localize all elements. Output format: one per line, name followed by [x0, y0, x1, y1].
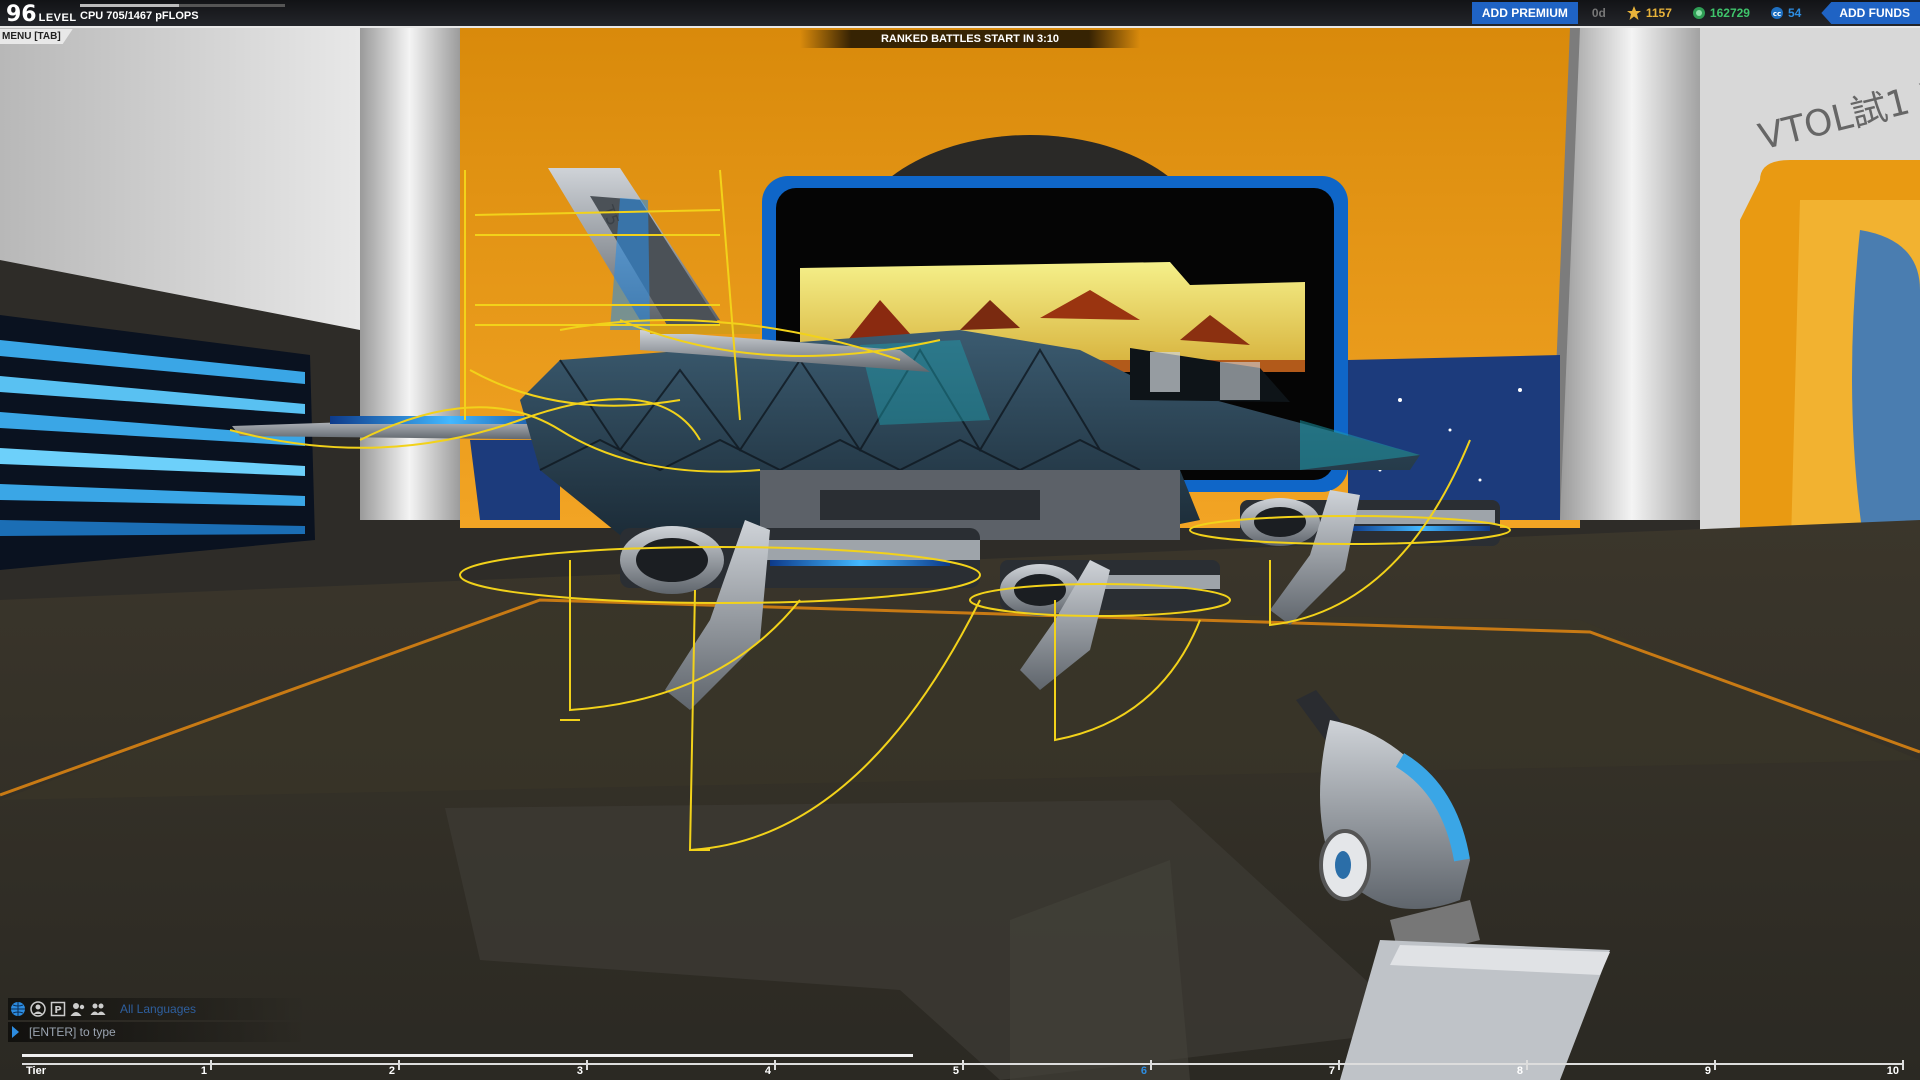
player-level-number: 96 [6, 2, 37, 27]
add-premium-button[interactable]: ADD PREMIUM [1471, 2, 1578, 24]
tier-tick [1714, 1060, 1716, 1070]
currency-strip: ADD PREMIUM 0d 1157 162729 cc 54 ADD FUN… [1471, 0, 1920, 26]
tier-label: 6 [1140, 1065, 1147, 1077]
group-icon[interactable] [30, 1001, 46, 1017]
cpu-bar [80, 4, 285, 7]
cosmetic-credits-icon: cc [1770, 6, 1784, 20]
premium-days: 0d [1591, 6, 1606, 20]
tier-tick [210, 1060, 212, 1070]
robits-value: 162729 [1709, 6, 1750, 20]
cosmetic-credits-value: 54 [1787, 6, 1802, 20]
robits: 162729 [1692, 6, 1750, 20]
tier-progress-bar [22, 1054, 914, 1057]
tier-label: 5 [952, 1065, 959, 1077]
cpu-meter: CPU 705/1467 pFLOPS [80, 4, 285, 22]
tier-tick [962, 1060, 964, 1070]
menu-tab-button[interactable]: MENU [TAB] [0, 29, 73, 44]
tier-tick [586, 1060, 588, 1070]
chat-channel-icons: P All Languages [8, 998, 308, 1020]
player-level-label: LEVEL [38, 12, 77, 24]
tier-label: 4 [764, 1065, 771, 1077]
ranked-battles-banner: RANKED BATTLES START IN 3:10 [800, 30, 1140, 48]
svg-text:P: P [54, 1005, 61, 1016]
tier-tick [1526, 1060, 1528, 1070]
star-icon [1626, 5, 1642, 21]
tier-label: 8 [1516, 1065, 1523, 1077]
add-funds-button[interactable]: ADD FUNDS [1821, 2, 1920, 24]
cpu-text: CPU 705/1467 pFLOPS [80, 10, 199, 22]
tier-label: 1 [200, 1065, 207, 1077]
robits-icon [1692, 6, 1706, 20]
tier-label: 7 [1328, 1065, 1335, 1077]
chat-input-row [8, 1022, 308, 1042]
tier-label: 2 [388, 1065, 395, 1077]
clan-icon[interactable] [90, 1001, 106, 1017]
starfield-panel [1348, 355, 1560, 520]
tier-label: 3 [576, 1065, 583, 1077]
tier-ruler: Tier 1 2 3 4 5 6 7 8 9 10 [22, 1050, 1904, 1080]
svg-text:cc: cc [1773, 10, 1781, 18]
friend-icon[interactable] [70, 1001, 86, 1017]
garage-scene-viewport[interactable]: BA VTOL試1 XB T5 [0, 0, 1920, 1080]
tier-label-title: Tier [26, 1065, 46, 1077]
chat-language-filter[interactable]: All Languages [120, 1002, 196, 1016]
right-pillar [1560, 28, 1720, 520]
cosmetic-credits: cc 54 [1770, 6, 1801, 20]
globe-icon[interactable] [10, 1001, 26, 1017]
tech-points-value: 1157 [1645, 6, 1672, 20]
tech-points: 1157 [1626, 5, 1672, 21]
tier-tick [398, 1060, 400, 1070]
chat-panel: P All Languages [8, 998, 308, 1042]
top-hud-bar: 96 LEVEL CPU 705/1467 pFLOPS ADD PREMIUM… [0, 0, 1920, 28]
tier-tick [774, 1060, 776, 1070]
tier-tick [1902, 1060, 1904, 1070]
chat-input[interactable] [27, 1024, 271, 1040]
cpu-bar-fill [80, 4, 179, 7]
tier-tick [1338, 1060, 1340, 1070]
tier-tick [1150, 1060, 1152, 1070]
tier-label: 10 [1886, 1065, 1899, 1077]
tier-label: 9 [1704, 1065, 1711, 1077]
player-level: 96 LEVEL [6, 2, 77, 26]
left-pillar [360, 28, 470, 520]
chat-arrow-icon [12, 1026, 19, 1038]
party-icon[interactable]: P [50, 1001, 66, 1017]
